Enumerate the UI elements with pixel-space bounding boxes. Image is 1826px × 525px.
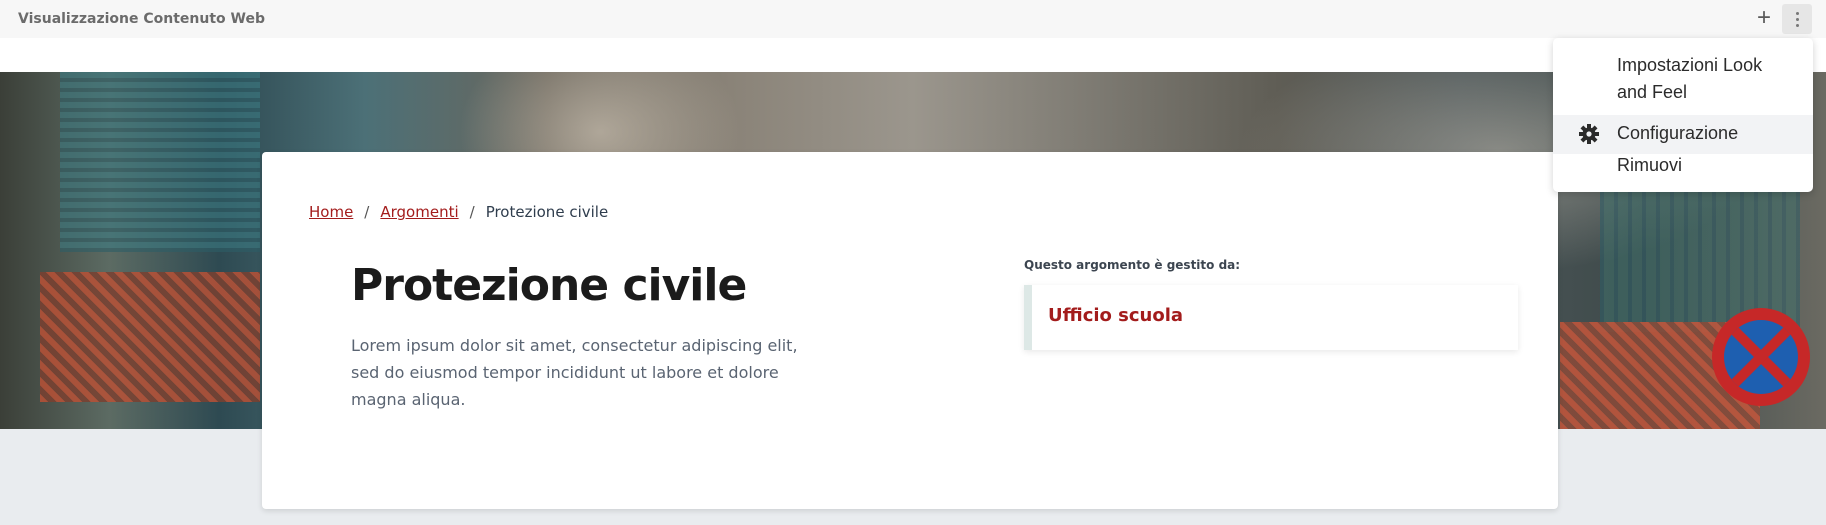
page-description: Lorem ipsum dolor sit amet, consectetur … — [351, 336, 798, 409]
breadcrumb-argomenti[interactable]: Argomenti — [380, 203, 458, 221]
menu-item-label: Configurazione — [1617, 123, 1739, 143]
office-link[interactable]: Ufficio scuola — [1048, 305, 1183, 326]
menu-item-label: Impostazioni Look and Feel — [1617, 55, 1763, 102]
menu-item-label: Rimuovi — [1617, 155, 1683, 175]
menu-item-configurazione[interactable]: Configurazione — [1553, 115, 1813, 154]
options-dropdown-menu: Impostazioni Look and Feel Configurazion… — [1553, 38, 1813, 192]
page-title: Protezione civile — [351, 260, 747, 311]
portlet-topbar: Visualizzazione Contenuto Web + — [0, 0, 1826, 38]
breadcrumb-home[interactable]: Home — [309, 203, 353, 221]
breadcrumb: Home / Argomenti / Protezione civile — [309, 203, 608, 221]
breadcrumb-separator: / — [469, 203, 475, 221]
kebab-vertical-icon[interactable] — [1782, 4, 1812, 34]
content-card: Home / Argomenti / Protezione civile Protezi… — [262, 152, 1558, 509]
portlet-title: Visualizzazione Contenuto Web — [18, 11, 266, 27]
breadcrumb-current: Protezione civile — [485, 203, 609, 221]
menu-item-rimuovi[interactable]: Rimuovi — [1553, 151, 1813, 183]
office-card[interactable]: Ufficio scuola — [1024, 285, 1518, 350]
plus-icon[interactable]: + — [1752, 6, 1776, 31]
breadcrumb-separator: / — [364, 203, 370, 221]
managed-by-label: Questo argomento è gestito da: — [1024, 258, 1241, 272]
gear-icon — [1579, 124, 1599, 144]
menu-item-look-and-feel[interactable]: Impostazioni Look and Feel — [1553, 52, 1813, 106]
no-stopping-sign — [1712, 308, 1810, 406]
